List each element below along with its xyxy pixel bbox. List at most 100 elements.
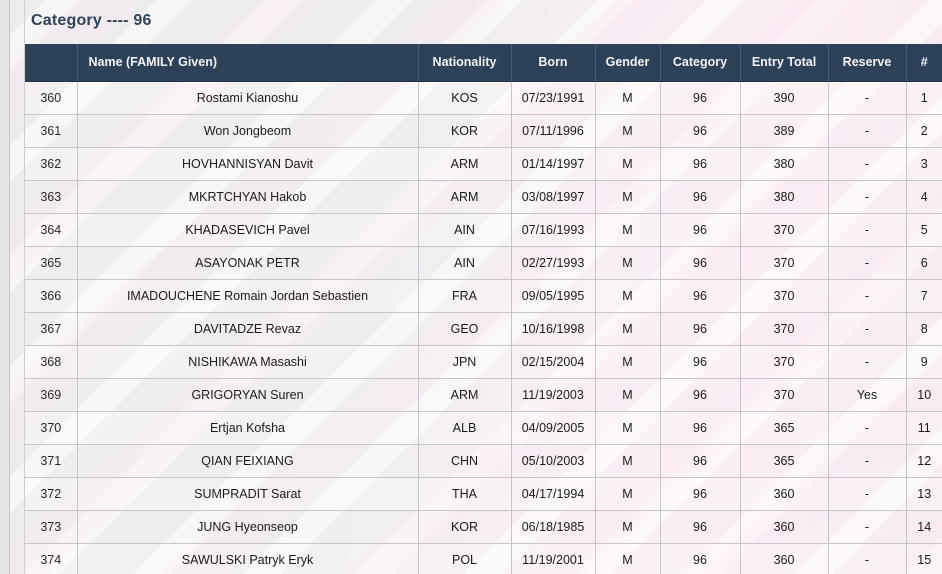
cell-name: MKRTCHYAN Hakob	[77, 180, 418, 213]
cell-number: 15	[906, 543, 942, 574]
table-row[interactable]: 368NISHIKAWA MasashiJPN02/15/2004M96370-…	[25, 345, 942, 378]
cell-nationality: KOR	[418, 114, 511, 147]
cell-name: JUNG Hyeonseop	[77, 510, 418, 543]
cell-entry-total: 360	[740, 510, 828, 543]
cell-reserve: -	[828, 147, 906, 180]
column-header-name[interactable]: Name (FAMILY Given)	[77, 44, 418, 81]
table-row[interactable]: 361Won JongbeomKOR07/11/1996M96389-2	[25, 114, 942, 147]
cell-rank: 371	[25, 444, 77, 477]
cell-category: 96	[660, 147, 740, 180]
cell-category: 96	[660, 477, 740, 510]
cell-rank: 366	[25, 279, 77, 312]
column-header-born[interactable]: Born	[511, 44, 595, 81]
cell-nationality: FRA	[418, 279, 511, 312]
cell-gender: M	[595, 477, 660, 510]
cell-reserve: -	[828, 345, 906, 378]
cell-entry-total: 370	[740, 345, 828, 378]
cell-rank: 373	[25, 510, 77, 543]
table-row[interactable]: 369GRIGORYAN SurenARM11/19/2003M96370Yes…	[25, 378, 942, 411]
cell-gender: M	[595, 543, 660, 574]
table-row[interactable]: 371QIAN FEIXIANGCHN05/10/2003M96365-12	[25, 444, 942, 477]
cell-number: 11	[906, 411, 942, 444]
cell-nationality: CHN	[418, 444, 511, 477]
cell-category: 96	[660, 411, 740, 444]
cell-category: 96	[660, 180, 740, 213]
cell-category: 96	[660, 378, 740, 411]
cell-number: 1	[906, 81, 942, 114]
cell-nationality: THA	[418, 477, 511, 510]
cell-reserve: Yes	[828, 378, 906, 411]
entry-table-container: Name (FAMILY Given) Nationality Born Gen…	[25, 44, 942, 574]
column-header-number[interactable]: #	[906, 44, 942, 81]
table-row[interactable]: 362HOVHANNISYAN DavitARM01/14/1997M96380…	[25, 147, 942, 180]
cell-category: 96	[660, 543, 740, 574]
cell-born: 10/16/1998	[511, 312, 595, 345]
table-row[interactable]: 367DAVITADZE RevazGEO10/16/1998M96370-8	[25, 312, 942, 345]
cell-born: 07/16/1993	[511, 213, 595, 246]
cell-number: 13	[906, 477, 942, 510]
cell-gender: M	[595, 279, 660, 312]
cell-name: SAWULSKI Patryk Eryk	[77, 543, 418, 574]
cell-name: IMADOUCHENE Romain Jordan Sebastien	[77, 279, 418, 312]
title-bar: Category ---- 96	[0, 0, 942, 44]
table-row[interactable]: 365ASAYONAK PETRAIN02/27/1993M96370-6	[25, 246, 942, 279]
cell-rank: 372	[25, 477, 77, 510]
column-header-entry-total[interactable]: Entry Total	[740, 44, 828, 81]
cell-rank: 374	[25, 543, 77, 574]
column-header-reserve[interactable]: Reserve	[828, 44, 906, 81]
left-outer-rail	[0, 0, 10, 574]
cell-nationality: ALB	[418, 411, 511, 444]
entry-table: Name (FAMILY Given) Nationality Born Gen…	[25, 44, 942, 574]
cell-number: 5	[906, 213, 942, 246]
table-header-row: Name (FAMILY Given) Nationality Born Gen…	[25, 44, 942, 81]
cell-born: 02/15/2004	[511, 345, 595, 378]
column-header-category[interactable]: Category	[660, 44, 740, 81]
column-header-gender[interactable]: Gender	[595, 44, 660, 81]
table-row[interactable]: 374SAWULSKI Patryk ErykPOL11/19/2001M963…	[25, 543, 942, 574]
cell-category: 96	[660, 510, 740, 543]
cell-entry-total: 360	[740, 477, 828, 510]
cell-name: HOVHANNISYAN Davit	[77, 147, 418, 180]
cell-gender: M	[595, 246, 660, 279]
table-row[interactable]: 366IMADOUCHENE Romain Jordan SebastienFR…	[25, 279, 942, 312]
cell-rank: 364	[25, 213, 77, 246]
table-row[interactable]: 364KHADASEVICH PavelAIN07/16/1993M96370-…	[25, 213, 942, 246]
cell-category: 96	[660, 213, 740, 246]
cell-category: 96	[660, 444, 740, 477]
cell-number: 8	[906, 312, 942, 345]
table-row[interactable]: 370Ertjan KofshaALB04/09/2005M96365-11	[25, 411, 942, 444]
table-row[interactable]: 372SUMPRADIT SaratTHA04/17/1994M96360-13	[25, 477, 942, 510]
cell-born: 01/14/1997	[511, 147, 595, 180]
cell-reserve: -	[828, 444, 906, 477]
cell-gender: M	[595, 147, 660, 180]
cell-number: 6	[906, 246, 942, 279]
column-header-nationality[interactable]: Nationality	[418, 44, 511, 81]
cell-born: 04/17/1994	[511, 477, 595, 510]
cell-born: 03/08/1997	[511, 180, 595, 213]
entry-table-body: 360Rostami KianoshuKOS07/23/1991M96390-1…	[25, 81, 942, 574]
cell-rank: 360	[25, 81, 77, 114]
cell-gender: M	[595, 312, 660, 345]
table-row[interactable]: 373JUNG HyeonseopKOR06/18/1985M96360-14	[25, 510, 942, 543]
cell-entry-total: 365	[740, 444, 828, 477]
cell-number: 3	[906, 147, 942, 180]
cell-entry-total: 370	[740, 378, 828, 411]
cell-name: Won Jongbeom	[77, 114, 418, 147]
cell-number: 10	[906, 378, 942, 411]
table-row[interactable]: 360Rostami KianoshuKOS07/23/1991M96390-1	[25, 81, 942, 114]
table-row[interactable]: 363MKRTCHYAN HakobARM03/08/1997M96380-4	[25, 180, 942, 213]
cell-category: 96	[660, 114, 740, 147]
cell-gender: M	[595, 114, 660, 147]
column-header-rank[interactable]	[25, 44, 77, 81]
cell-number: 7	[906, 279, 942, 312]
cell-gender: M	[595, 81, 660, 114]
cell-name: GRIGORYAN Suren	[77, 378, 418, 411]
cell-entry-total: 365	[740, 411, 828, 444]
cell-nationality: ARM	[418, 147, 511, 180]
cell-rank: 370	[25, 411, 77, 444]
cell-reserve: -	[828, 312, 906, 345]
cell-name: ASAYONAK PETR	[77, 246, 418, 279]
cell-nationality: KOR	[418, 510, 511, 543]
cell-reserve: -	[828, 510, 906, 543]
cell-entry-total: 390	[740, 81, 828, 114]
